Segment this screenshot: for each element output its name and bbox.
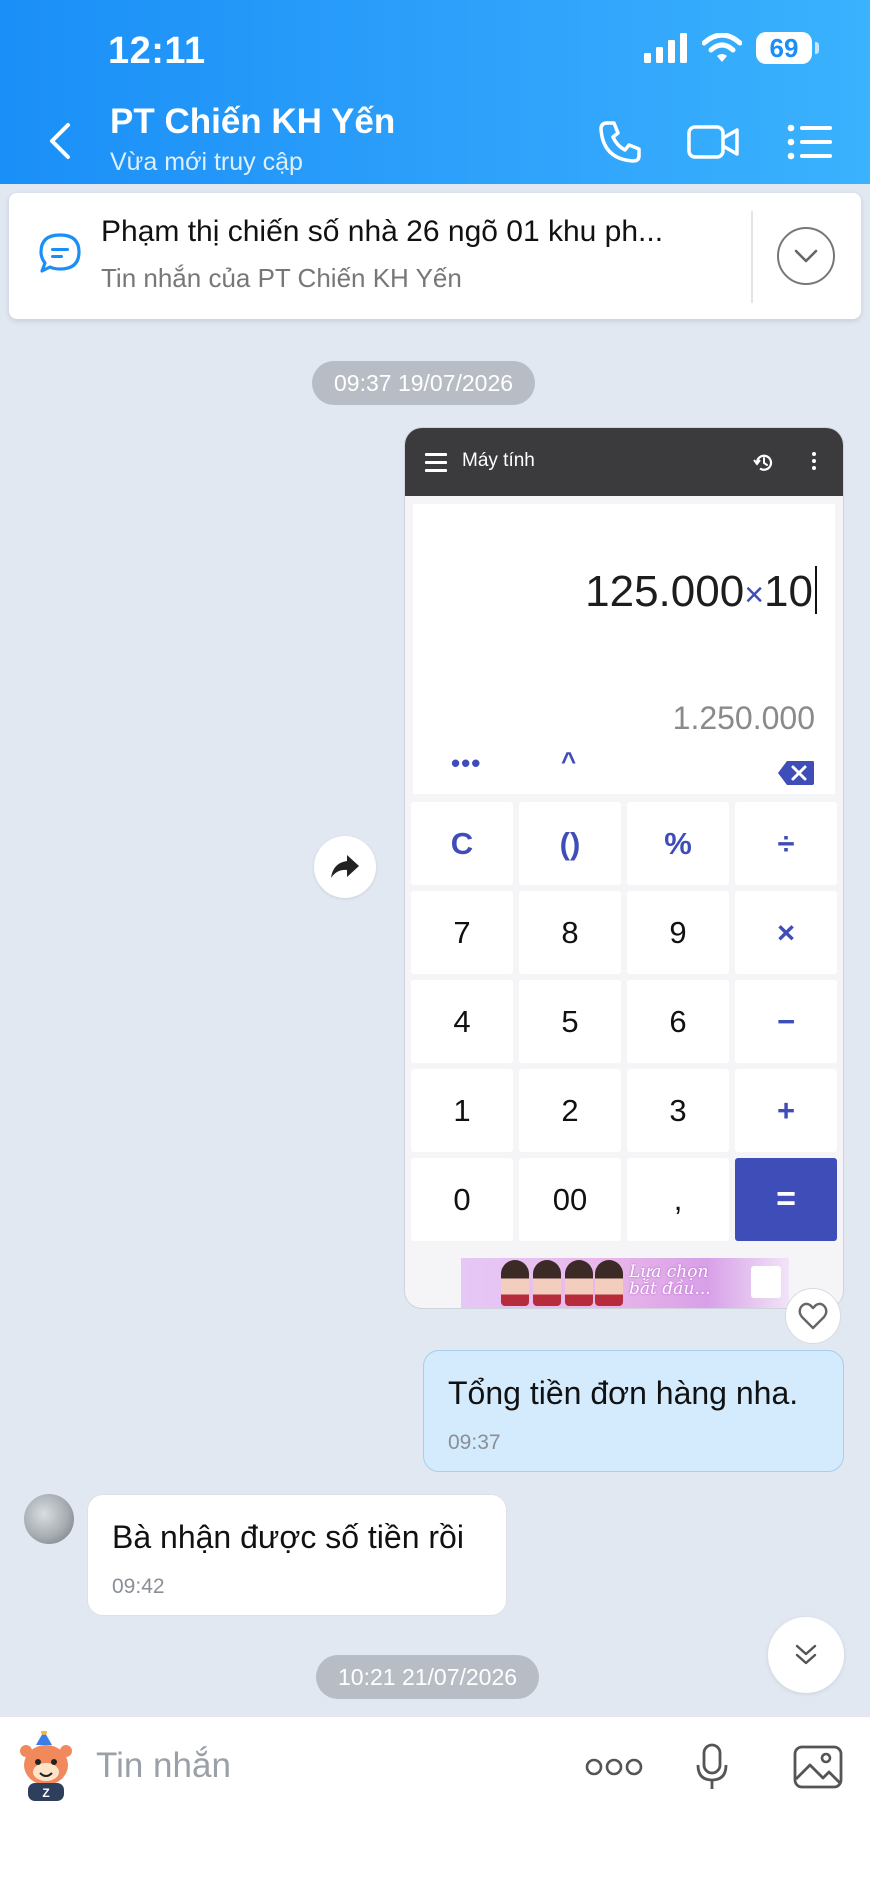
react-button[interactable] [785,1288,841,1344]
pinned-message-text: Phạm thị chiến số nhà 26 ngõ 01 khu ph..… [101,215,664,248]
microphone-icon [696,1743,728,1789]
ad-portrait [595,1260,623,1306]
wifi-icon [702,33,742,62]
calc-key-equals: = [735,1158,837,1241]
sticker-icon: Z [20,1729,72,1801]
contact-status: Vừa mới truy cập [110,148,303,176]
calc-key-5: 5 [519,980,621,1063]
calculator-title: Máy tính [462,450,535,471]
calc-key-0: 0 [411,1158,513,1241]
calculator-keypad: C () % ÷ 7 8 9 × 4 5 6 − 1 2 3 + 0 00 , … [411,802,839,1241]
back-icon [50,123,70,159]
share-arrow-icon [331,855,359,878]
phone-icon [599,121,641,163]
backspace-icon [777,760,815,791]
calc-key-clear: C [411,802,513,885]
expression-operand-2: 10 [764,567,813,616]
more-vertical-icon [811,452,817,473]
more-options-button[interactable] [584,1739,644,1795]
ad-text-line-2: bắt đầu... [629,1279,711,1299]
svg-text:Z: Z [42,1786,49,1800]
calc-key-minus: − [735,980,837,1063]
ad-portrait [565,1260,593,1306]
message-input-bar: Z [0,1716,870,1884]
pinned-message-bar[interactable]: Phạm thị chiến số nhà 26 ngõ 01 khu ph..… [9,193,861,319]
calc-key-multiply: × [735,891,837,974]
expand-pinned-button[interactable] [777,227,835,285]
video-call-button[interactable] [686,116,742,168]
expression-operator: × [744,576,765,614]
image-message[interactable]: Máy tính 125.000×10 1.250.000 ••• ^ C ()… [404,427,844,1309]
image-icon [793,1745,843,1789]
double-chevron-down-icon [795,1644,817,1665]
ad-portrait [533,1260,561,1306]
message-input[interactable] [94,1737,568,1795]
history-icon [753,452,775,479]
status-time: 12:11 [108,30,206,72]
pinned-message-sender: Tin nhắn của PT Chiến KH Yến [101,263,462,293]
calc-key-6: 6 [627,980,729,1063]
calc-key-3: 3 [627,1069,729,1152]
chat-bubble-icon [37,231,83,282]
calc-key-divide: ÷ [735,802,837,885]
calculator-expression: 125.000×10 [585,566,817,617]
more-functions-icon: ••• [451,748,482,778]
calc-key-plus: + [735,1069,837,1152]
pinned-divider [751,211,753,303]
send-image-button[interactable] [792,1739,844,1795]
contact-avatar[interactable] [24,1494,74,1544]
calculator-app-bar: Máy tính [405,428,843,496]
heart-icon [798,1302,828,1330]
calc-key-2: 2 [519,1069,621,1152]
calc-key-9: 9 [627,891,729,974]
status-icons: 69 [644,32,819,64]
voice-message-button[interactable] [690,1739,734,1795]
calc-key-00: 00 [519,1158,621,1241]
back-button[interactable] [40,118,80,164]
scroll-to-bottom-button[interactable] [768,1617,844,1693]
date-separator: 09:37 19/07/2026 [312,361,536,405]
calc-key-parentheses: () [519,802,621,885]
forward-button[interactable] [314,836,376,898]
calc-key-comma: , [627,1158,729,1241]
ad-text: Lựa chọn bắt đầu... [629,1264,711,1298]
hamburger-menu-icon [425,453,447,477]
message-text: Tổng tiền đơn hàng nha. [448,1375,799,1411]
cellular-signal-icon [644,33,687,63]
text-caret [815,566,817,614]
chat-header: 12:11 69 PT Chiến KH Yến Vừa mới truy cậ… [0,0,870,184]
chat-options-button[interactable] [782,116,838,168]
contact-name[interactable]: PT Chiến KH Yến [110,102,395,142]
list-menu-icon [787,124,832,160]
calculator-display: 125.000×10 1.250.000 ••• ^ [413,504,835,794]
calculator-result: 1.250.000 [672,700,815,736]
incoming-message[interactable]: Bà nhận được số tiền rồi 09:42 [87,1494,507,1616]
voice-call-button[interactable] [592,116,648,168]
chevron-down-icon [794,249,818,263]
ad-portrait [501,1260,529,1306]
more-options-icon [585,1758,643,1776]
message-text: Bà nhận được số tiền rồi [112,1519,464,1555]
video-call-icon [687,125,739,159]
message-time: 09:42 [112,1575,165,1598]
expression-operand-1: 125.000 [585,567,745,616]
ad-banner: Lựa chọn bắt đầu... [461,1258,789,1308]
calc-key-8: 8 [519,891,621,974]
calc-key-1: 1 [411,1069,513,1152]
date-separator: 10:21 21/07/2026 [316,1655,540,1699]
expand-icon: ^ [561,746,577,776]
ad-badge [751,1266,781,1298]
battery-indicator: 69 [756,32,819,64]
outgoing-message[interactable]: Tổng tiền đơn hàng nha. 09:37 [423,1350,844,1472]
calc-key-percent: % [627,802,729,885]
sticker-button[interactable]: Z [14,1729,78,1808]
calc-key-7: 7 [411,891,513,974]
message-time: 09:37 [448,1431,501,1454]
calc-key-4: 4 [411,980,513,1063]
